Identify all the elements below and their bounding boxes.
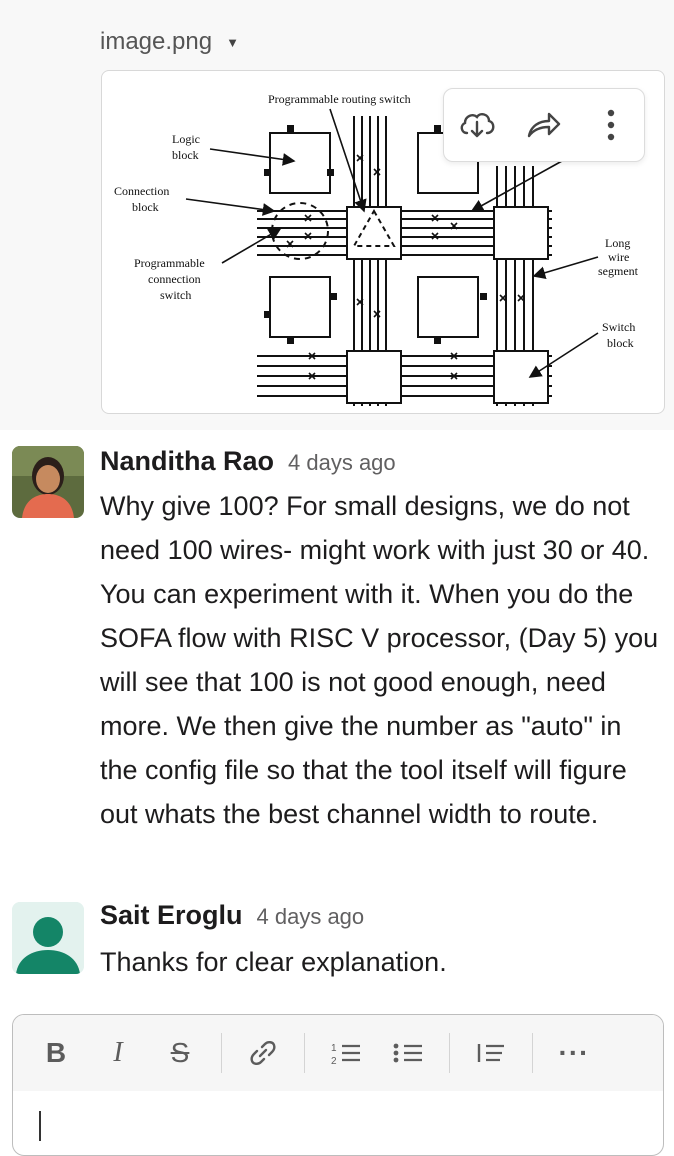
bold-button[interactable]: B [25, 1028, 87, 1078]
italic-label: I [113, 1037, 123, 1068]
toolbar-divider [449, 1033, 450, 1073]
vertical-dots-icon [607, 109, 614, 141]
attachment-filename[interactable]: image.png ▼ [100, 28, 239, 56]
message-nanditha: Nanditha Rao 4 days ago Why give 100? Fo… [0, 440, 674, 880]
blockquote-button[interactable] [460, 1028, 522, 1078]
bulleted-list-icon [393, 1043, 422, 1063]
bulleted-list-button[interactable] [377, 1028, 439, 1078]
avatar[interactable] [12, 446, 84, 518]
share-arrow-icon [527, 112, 561, 138]
link-icon [250, 1041, 276, 1065]
toolbar-divider [221, 1033, 222, 1073]
label-prog-1: Programmable [134, 256, 205, 270]
label-prog-2: connection [148, 272, 201, 286]
italic-button[interactable]: I [87, 1028, 149, 1078]
label-prog-3: switch [160, 288, 191, 302]
strikethrough-label: S [170, 1037, 190, 1068]
message-input[interactable] [37, 1103, 641, 1145]
message-text: Why give 100? For small designs, we do n… [100, 491, 659, 829]
more-formatting-label: ··· [558, 1037, 590, 1068]
label-long-3: segment [598, 264, 639, 278]
label-logic-2: block [172, 148, 199, 162]
label-long-1: Long [605, 236, 630, 250]
author-name[interactable]: Nanditha Rao [100, 446, 274, 477]
file-name-label: image.png [100, 28, 213, 55]
default-user-icon [12, 902, 84, 974]
avatar[interactable] [12, 902, 84, 974]
user-photo-icon [12, 446, 84, 518]
label-conn-2: block [132, 200, 159, 214]
message-timestamp[interactable]: 4 days ago [288, 450, 396, 476]
image-actions-toolbar [443, 88, 645, 162]
share-button[interactable] [522, 103, 566, 147]
link-button[interactable] [232, 1028, 294, 1078]
toolbar-divider [532, 1033, 533, 1073]
attachment-area: image.png ▼ Programmable routing switch … [0, 0, 674, 430]
more-actions-button[interactable] [589, 103, 633, 147]
ordered-list-icon: 1 2 [331, 1043, 360, 1067]
label-switch-1: Switch [602, 320, 635, 334]
label-long-2: wire [608, 250, 629, 264]
message-timestamp[interactable]: 4 days ago [257, 904, 365, 930]
blockquote-icon [477, 1044, 504, 1062]
download-button[interactable] [455, 103, 499, 147]
svg-text:1: 1 [331, 1043, 337, 1054]
svg-text:2: 2 [331, 1056, 337, 1067]
bold-label: B [45, 1037, 67, 1068]
formatting-toolbar: B I S 1 2 ··· [13, 1015, 663, 1091]
label-conn-1: Connection [114, 184, 169, 198]
label-switch-2: block [607, 336, 634, 350]
caret-down-icon[interactable]: ▼ [226, 35, 239, 50]
ordered-list-button[interactable]: 1 2 [315, 1028, 377, 1078]
author-name[interactable]: Sait Eroglu [100, 900, 243, 931]
toolbar-divider [304, 1033, 305, 1073]
label-routing-switch: Programmable routing switch [268, 92, 411, 106]
more-formatting-button[interactable]: ··· [543, 1028, 605, 1078]
label-logic-1: Logic [172, 132, 200, 146]
cloud-download-icon [460, 113, 495, 138]
message-sait: Sait Eroglu 4 days ago Thanks for clear … [0, 896, 674, 996]
strikethrough-button[interactable]: S [149, 1028, 211, 1078]
message-text: Thanks for clear explanation. [100, 947, 447, 977]
message-composer: B I S 1 2 ··· [12, 1014, 664, 1156]
text-cursor [39, 1111, 41, 1141]
